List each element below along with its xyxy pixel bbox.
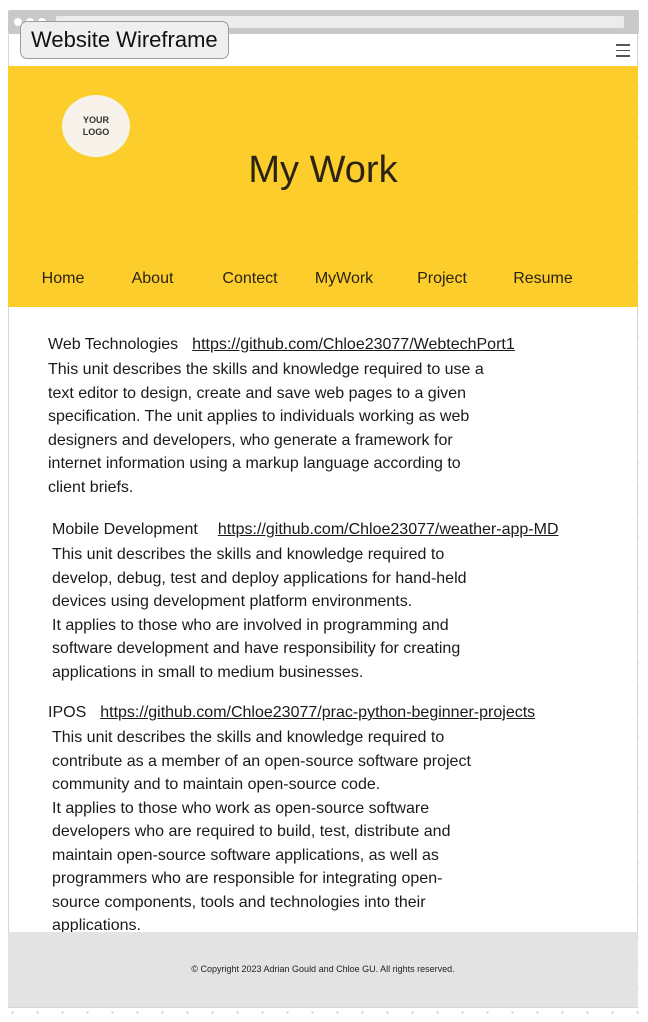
logo-text: LOGO [82, 127, 110, 137]
nav-resume[interactable]: Resume [508, 268, 578, 290]
unit-description: This unit describes the skills and knowl… [52, 546, 467, 610]
nav-home[interactable]: Home [38, 268, 88, 290]
github-link[interactable]: https://github.com/Chloe23077/weather-ap… [218, 521, 559, 538]
nav-project[interactable]: Project [411, 268, 473, 290]
window-title: Website Wireframe [20, 21, 229, 59]
logo-text: YOUR [82, 115, 109, 125]
page-title: My Work [248, 149, 398, 191]
unit-title: IPOS [48, 704, 87, 721]
unit-description: It applies to those who are involved in … [52, 616, 461, 681]
copyright-text: © Copyright 2023 Adrian Gould and Chloe … [191, 964, 455, 974]
unit-heading: IPOS https://github.com/Chloe23077/prac-p… [48, 702, 535, 724]
unit-mobile-development: Mobile Development https://github.com/Chl… [52, 519, 559, 684]
unit-description: It applies to those who work as open-sou… [52, 799, 451, 935]
unit-title: Web Technologies [48, 336, 179, 353]
unit-heading: Mobile Development https://github.com/Chl… [52, 519, 559, 541]
footer: © Copyright 2023 Adrian Gould and Chloe … [8, 932, 638, 1007]
github-link[interactable]: https://github.com/Chloe23077/WebtechPor… [192, 336, 515, 353]
unit-ipos: IPOS https://github.com/Chloe23077/prac-p… [48, 702, 535, 938]
unit-description: This unit describes the skills and knowl… [52, 729, 471, 793]
github-link[interactable]: https://github.com/Chloe23077/prac-pytho… [100, 704, 535, 721]
site-header: YOUR LOGO My Work Home About Contect MyW… [8, 66, 638, 307]
nav-contect[interactable]: Contect [218, 268, 282, 290]
unit-web-technologies: Web Technologies https://github.com/Chloe… [48, 334, 515, 499]
unit-heading: Web Technologies https://github.com/Chloe… [48, 334, 515, 356]
unit-description: This unit describes the skills and knowl… [48, 361, 484, 496]
unit-title: Mobile Development [52, 521, 198, 538]
hamburger-menu-icon[interactable] [616, 44, 630, 61]
nav-about[interactable]: About [125, 268, 180, 290]
nav-mywork[interactable]: MyWork [310, 268, 378, 290]
